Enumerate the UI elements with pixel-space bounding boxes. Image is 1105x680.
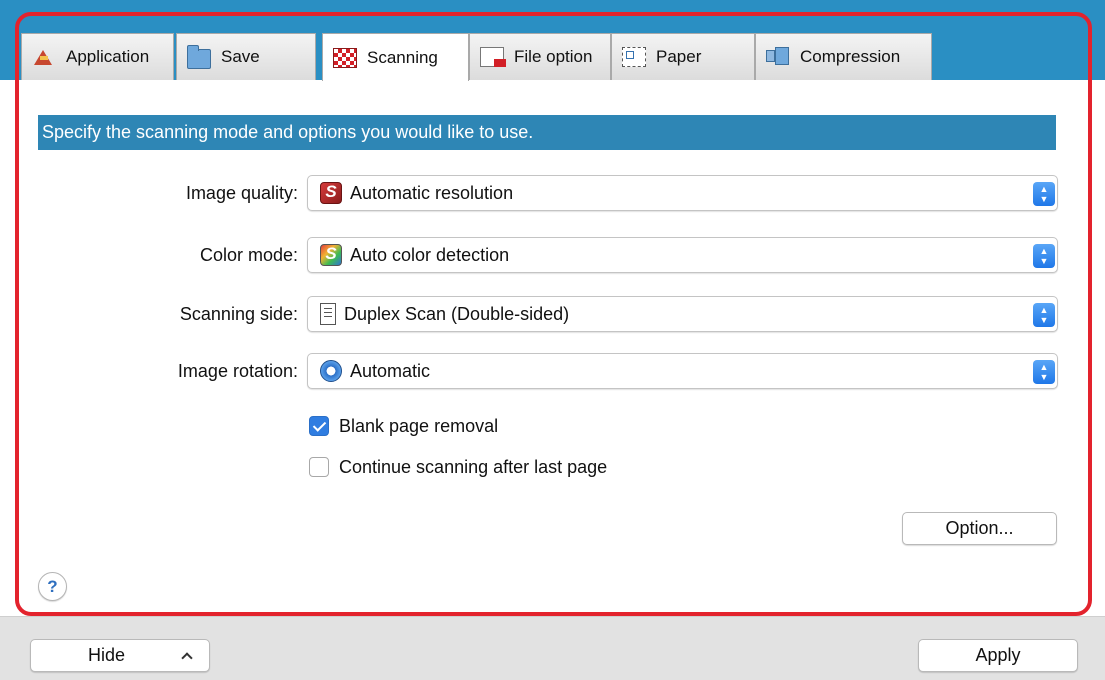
hide-button-label: Hide [88, 645, 126, 665]
image-rotation-row: Image rotation: Automatic ▲ ▼ [0, 353, 1105, 389]
scansnap-color-icon [320, 244, 342, 266]
tab-application[interactable]: Application [21, 33, 174, 80]
file-option-icon [480, 47, 506, 67]
stepper-icon[interactable]: ▲ ▼ [1033, 182, 1055, 206]
continue-scanning-checkbox[interactable] [309, 457, 329, 477]
blank-page-removal-option[interactable]: Blank page removal [309, 414, 498, 438]
checkbox-label: Continue scanning after last page [339, 456, 608, 477]
tab-label: Application [66, 47, 150, 66]
scanning-side-value: Duplex Scan (Double-sided) [344, 303, 570, 324]
duplex-page-icon [320, 303, 336, 325]
bottom-bar: Hide Apply [0, 616, 1105, 680]
color-mode-value: Auto color detection [350, 244, 510, 265]
scanning-side-row: Scanning side: Duplex Scan (Double-sided… [0, 296, 1105, 332]
blank-page-removal-checkbox[interactable] [309, 416, 329, 436]
option-button[interactable]: Option... [902, 512, 1057, 545]
tab-label: Compression [800, 47, 901, 66]
image-quality-value: Automatic resolution [350, 182, 514, 203]
hide-button[interactable]: Hide [30, 639, 210, 672]
tab-scanning[interactable]: Scanning [322, 33, 469, 81]
tab-label: Paper [656, 47, 702, 66]
scanning-side-label: Scanning side: [179, 304, 298, 324]
scanning-icon [333, 47, 357, 68]
tab-file-option[interactable]: File option [469, 33, 611, 80]
color-mode-label: Color mode: [199, 245, 298, 265]
scanning-side-select[interactable]: Duplex Scan (Double-sided) ▲ ▼ [307, 296, 1058, 332]
stepper-icon[interactable]: ▲ ▼ [1033, 244, 1055, 268]
image-quality-select[interactable]: Automatic resolution ▲▼ [307, 175, 1058, 211]
section-header: Specify the scanning mode and options yo… [38, 115, 1056, 150]
apply-button[interactable]: Apply [918, 639, 1078, 672]
image-rotation-label: Image rotation: [177, 361, 298, 381]
tab-label: Scanning [367, 47, 438, 67]
image-rotation-select[interactable]: Automatic ▲ ▼ [307, 353, 1058, 389]
tab-save[interactable]: Save [176, 33, 316, 80]
scansnap-red-icon [320, 182, 342, 204]
rotate-icon [320, 360, 342, 382]
folder-icon [187, 45, 211, 69]
image-rotation-value: Automatic [350, 360, 431, 381]
color-mode-row: Color mode: Auto color detection ▲▼ [0, 237, 1105, 273]
stepper-icon[interactable]: ▲ ▼ [1033, 303, 1055, 327]
checkbox-label: Blank page removal [339, 415, 499, 436]
color-mode-select[interactable]: Auto color detection ▲▼ [307, 237, 1058, 273]
help-button[interactable]: ? [38, 572, 67, 601]
application-icon [32, 47, 56, 67]
tab-bar: Application Save Scanning File option Pa… [21, 33, 1081, 81]
stepper-icon[interactable]: ▲ ▼ [1033, 360, 1055, 384]
chevron-up-icon [181, 652, 193, 664]
compression-icon [766, 47, 790, 67]
paper-icon [622, 47, 646, 67]
tab-label: File option [514, 47, 593, 66]
image-quality-label: Image quality: [185, 183, 298, 203]
tab-label: Save [221, 47, 260, 66]
continue-scanning-option[interactable]: Continue scanning after last page [309, 455, 607, 479]
tab-compression[interactable]: Compression [755, 33, 932, 80]
tab-paper[interactable]: Paper [611, 33, 755, 80]
image-quality-row: Image quality: Automatic resolution ▲▼ [0, 175, 1105, 211]
